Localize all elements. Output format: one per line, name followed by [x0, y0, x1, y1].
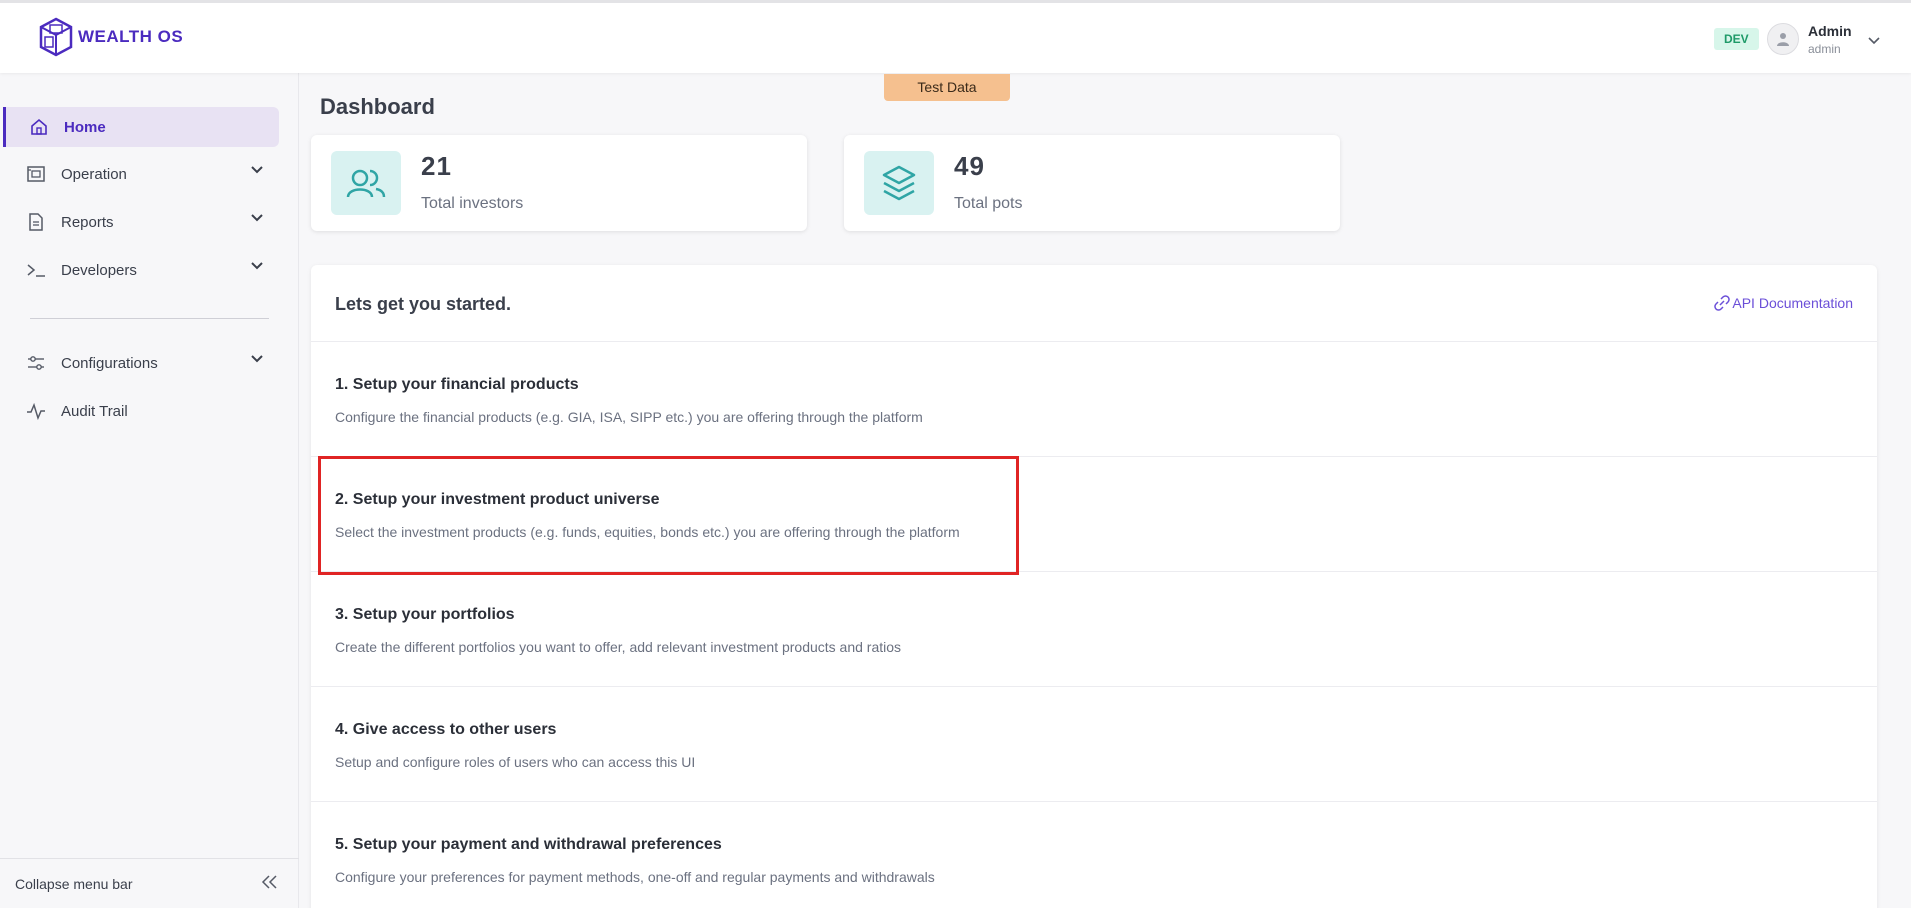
step-description: Select the investment products (e.g. fun…: [335, 524, 960, 540]
chevron-down-icon[interactable]: [1868, 37, 1880, 45]
step-portfolios[interactable]: 3. Setup your portfolios Create the diff…: [311, 572, 1877, 687]
step-description: Configure the financial products (e.g. G…: [335, 409, 923, 425]
step-user-access[interactable]: 4. Give access to other users Setup and …: [311, 687, 1877, 802]
sidebar: Home Operation Reports Developers Config…: [0, 73, 299, 908]
chevron-down-icon: [251, 355, 263, 363]
layers-icon: [864, 151, 934, 215]
sidebar-item-label: Home: [64, 118, 106, 136]
logo-icon: [39, 17, 73, 57]
terminal-icon: [25, 259, 47, 281]
step-title: 3. Setup your portfolios: [335, 606, 515, 623]
user-role: admin: [1808, 42, 1841, 56]
panel-header: Lets get you started. API Documentation: [311, 265, 1877, 342]
logo[interactable]: WEALTH OS: [38, 17, 183, 57]
step-title: 1. Setup your financial products: [335, 376, 579, 393]
activity-icon: [25, 400, 47, 422]
step-investment-universe[interactable]: 2. Setup your investment product univers…: [311, 457, 1877, 572]
sidebar-item-operation[interactable]: Operation: [3, 154, 279, 194]
sidebar-item-label: Audit Trail: [61, 402, 128, 420]
step-title: 4. Give access to other users: [335, 721, 557, 738]
collapse-menu-label: Collapse menu bar: [15, 875, 133, 892]
stat-card-investors[interactable]: 21 Total investors: [311, 135, 807, 231]
link-icon: [1714, 295, 1731, 311]
env-badge: DEV: [1714, 28, 1759, 50]
sidebar-divider: [30, 318, 269, 319]
page-title: Dashboard: [320, 94, 435, 119]
step-title: 2. Setup your investment product univers…: [335, 491, 660, 508]
stat-value: 49: [954, 151, 985, 181]
double-chevron-left-icon[interactable]: [261, 875, 277, 889]
step-description: Configure your preferences for payment m…: [335, 869, 935, 885]
sidebar-item-reports[interactable]: Reports: [3, 202, 279, 242]
step-financial-products[interactable]: 1. Setup your financial products Configu…: [311, 342, 1877, 457]
sidebar-item-label: Developers: [61, 261, 137, 279]
api-documentation-label: API Documentation: [1732, 295, 1853, 311]
sidebar-item-home[interactable]: Home: [3, 107, 279, 147]
sidebar-item-developers[interactable]: Developers: [3, 250, 279, 290]
chevron-down-icon: [251, 262, 263, 270]
sidebar-item-configurations[interactable]: Configurations: [3, 343, 279, 383]
stat-label: Total pots: [954, 195, 1023, 212]
sidebar-footer[interactable]: Collapse menu bar: [0, 858, 299, 908]
sidebar-item-label: Reports: [61, 213, 114, 231]
reports-icon: [25, 211, 47, 233]
avatar[interactable]: [1767, 23, 1799, 55]
users-icon: [331, 151, 401, 215]
test-data-badge: Test Data: [884, 74, 1010, 101]
step-payment-preferences[interactable]: 5. Setup your payment and withdrawal pre…: [311, 802, 1877, 908]
user-name[interactable]: Admin: [1808, 23, 1852, 39]
stat-value: 21: [421, 151, 452, 181]
step-description: Create the different portfolios you want…: [335, 639, 902, 655]
stat-label: Total investors: [421, 195, 524, 212]
sliders-icon: [25, 352, 47, 374]
api-documentation-link[interactable]: API Documentation: [1714, 295, 1853, 311]
logo-text: WEALTH OS: [78, 27, 184, 46]
operation-icon: [25, 163, 47, 185]
chevron-down-icon: [251, 214, 263, 222]
user-icon: [1777, 33, 1789, 46]
panel-title: Lets get you started.: [335, 294, 512, 314]
stat-card-pots[interactable]: 49 Total pots: [844, 135, 1340, 231]
step-description: Setup and configure roles of users who c…: [335, 754, 696, 770]
chevron-down-icon: [251, 166, 263, 174]
sidebar-item-label: Configurations: [61, 354, 158, 372]
home-icon: [28, 116, 50, 138]
top-bar: WEALTH OS DEV Admin admin: [0, 0, 1911, 73]
sidebar-item-label: Operation: [61, 165, 127, 183]
step-title: 5. Setup your payment and withdrawal pre…: [335, 836, 722, 853]
sidebar-item-audit-trail[interactable]: Audit Trail: [3, 391, 279, 431]
getting-started-panel: Lets get you started. API Documentation …: [311, 265, 1877, 908]
